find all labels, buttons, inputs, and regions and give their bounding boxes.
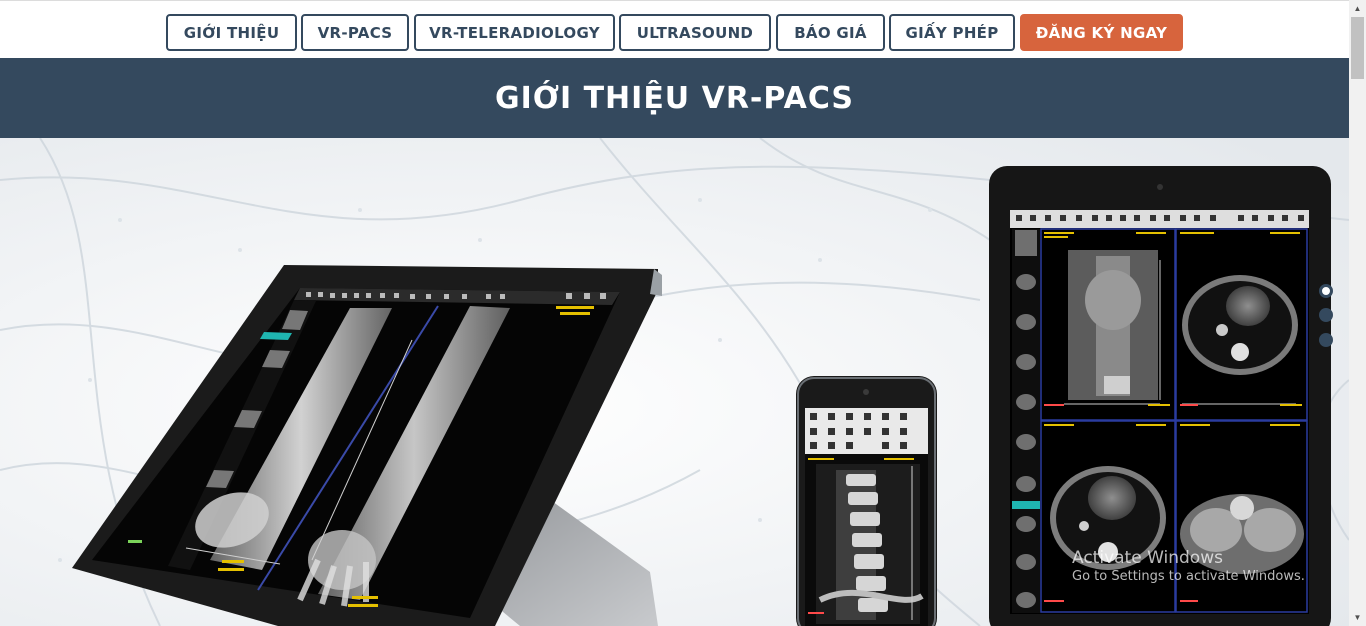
nav-gioi-thieu[interactable]: GIỚI THIỆU	[166, 14, 297, 51]
page-title-band: GIỚI THIỆU VR-PACS	[0, 58, 1349, 138]
nav-vr-pacs[interactable]: VR-PACS	[301, 14, 409, 51]
nav-ultrasound[interactable]: ULTRASOUND	[619, 14, 771, 51]
nav-bao-gia[interactable]: BÁO GIÁ	[776, 14, 885, 51]
slider-dot-1[interactable]	[1319, 284, 1333, 298]
nav-vr-teleradiology[interactable]: VR-TELERADIOLOGY	[414, 14, 615, 51]
page-title: GIỚI THIỆU VR-PACS	[494, 80, 855, 116]
tablet-pane-coronal	[1064, 250, 1161, 405]
activate-windows-watermark: Activate Windows Go to Settings to activ…	[1072, 548, 1305, 586]
top-nav: GIỚI THIỆU VR-PACS VR-TELERADIOLOGY ULTR…	[0, 0, 1349, 59]
phone-spine-image	[816, 464, 924, 624]
page-scrollbar[interactable]: ▲ ▼	[1349, 0, 1366, 626]
hero-banner: Activate Windows Go to Settings to activ…	[0, 138, 1349, 626]
watermark-subtitle: Go to Settings to activate Windows.	[1072, 569, 1305, 585]
smartphone-device	[796, 376, 937, 626]
watermark-title: Activate Windows	[1072, 548, 1223, 568]
nav-giay-phep[interactable]: GIẤY PHÉP	[889, 14, 1015, 51]
slider-dot-3[interactable]	[1319, 333, 1333, 347]
tablet-toolbar	[1010, 210, 1309, 228]
slider-dot-2[interactable]	[1319, 308, 1333, 322]
register-now-button[interactable]: ĐĂNG KÝ NGAY	[1020, 14, 1183, 51]
chevron-down-icon[interactable]: ▼	[1349, 609, 1366, 626]
chevron-up-icon[interactable]: ▲	[1349, 0, 1366, 17]
scrollbar-thumb[interactable]	[1351, 17, 1364, 79]
